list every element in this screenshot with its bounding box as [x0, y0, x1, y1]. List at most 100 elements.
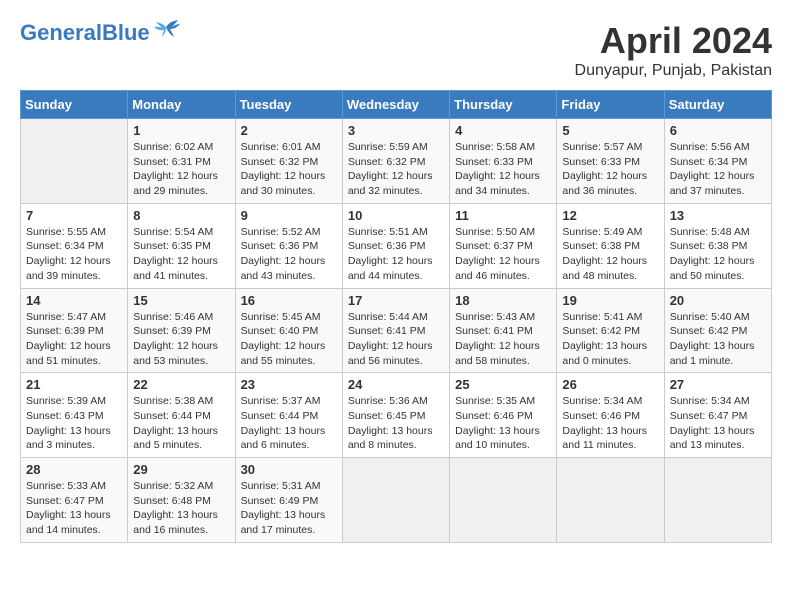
calendar-header: SundayMondayTuesdayWednesdayThursdayFrid… — [21, 91, 772, 119]
day-info: Sunrise: 5:34 AM Sunset: 6:46 PM Dayligh… — [562, 394, 658, 453]
day-info: Sunrise: 5:44 AM Sunset: 6:41 PM Dayligh… — [348, 310, 444, 369]
day-cell: 2 Sunrise: 6:01 AM Sunset: 6:32 PM Daylig… — [235, 119, 342, 204]
day-info: Sunrise: 5:57 AM Sunset: 6:33 PM Dayligh… — [562, 140, 658, 199]
week-row-2: 7 Sunrise: 5:55 AM Sunset: 6:34 PM Daylig… — [21, 203, 772, 288]
day-number: 11 — [455, 208, 551, 223]
day-cell: 9 Sunrise: 5:52 AM Sunset: 6:36 PM Daylig… — [235, 203, 342, 288]
day-cell: 20Sunrise: 5:40 AM Sunset: 6:42 PM Dayli… — [664, 288, 771, 373]
day-number: 3 — [348, 123, 444, 138]
title-block: April 2024 Dunyapur, Punjab, Pakistan — [575, 20, 772, 80]
logo-bird-icon — [152, 19, 180, 39]
day-info: Sunrise: 5:51 AM Sunset: 6:36 PM Dayligh… — [348, 225, 444, 284]
day-number: 14 — [26, 293, 122, 308]
page-header: GeneralBlue April 2024 Dunyapur, Punjab,… — [20, 20, 772, 80]
day-cell: 25 Sunrise: 5:35 AM Sunset: 6:46 PM Dayli… — [450, 373, 557, 458]
day-number: 10 — [348, 208, 444, 223]
day-number: 12 — [562, 208, 658, 223]
day-cell — [450, 458, 557, 543]
day-cell: 18Sunrise: 5:43 AM Sunset: 6:41 PM Dayli… — [450, 288, 557, 373]
day-info: Sunrise: 5:46 AM Sunset: 6:39 PM Dayligh… — [133, 310, 229, 369]
day-number: 20 — [670, 293, 766, 308]
day-cell: 5 Sunrise: 5:57 AM Sunset: 6:33 PM Daylig… — [557, 119, 664, 204]
day-info: Sunrise: 6:02 AM Sunset: 6:31 PM Dayligh… — [133, 140, 229, 199]
day-number: 2 — [241, 123, 337, 138]
day-number: 23 — [241, 377, 337, 392]
day-number: 5 — [562, 123, 658, 138]
day-number: 28 — [26, 462, 122, 477]
day-info: Sunrise: 5:36 AM Sunset: 6:45 PM Dayligh… — [348, 394, 444, 453]
day-cell: 27 Sunrise: 5:34 AM Sunset: 6:47 PM Dayli… — [664, 373, 771, 458]
day-cell: 4Sunrise: 5:58 AM Sunset: 6:33 PM Daylig… — [450, 119, 557, 204]
logo: GeneralBlue — [20, 20, 180, 46]
day-info: Sunrise: 5:58 AM Sunset: 6:33 PM Dayligh… — [455, 140, 551, 199]
day-number: 17 — [348, 293, 444, 308]
column-header-wednesday: Wednesday — [342, 91, 449, 119]
main-title: April 2024 — [575, 20, 772, 62]
day-info: Sunrise: 5:32 AM Sunset: 6:48 PM Dayligh… — [133, 479, 229, 538]
day-cell — [557, 458, 664, 543]
day-cell: 10 Sunrise: 5:51 AM Sunset: 6:36 PM Dayli… — [342, 203, 449, 288]
column-header-sunday: Sunday — [21, 91, 128, 119]
column-header-thursday: Thursday — [450, 91, 557, 119]
day-info: Sunrise: 5:39 AM Sunset: 6:43 PM Dayligh… — [26, 394, 122, 453]
day-number: 19 — [562, 293, 658, 308]
day-cell: 8Sunrise: 5:54 AM Sunset: 6:35 PM Daylig… — [128, 203, 235, 288]
day-cell: 14 Sunrise: 5:47 AM Sunset: 6:39 PM Dayli… — [21, 288, 128, 373]
day-cell: 26 Sunrise: 5:34 AM Sunset: 6:46 PM Dayli… — [557, 373, 664, 458]
day-number: 22 — [133, 377, 229, 392]
day-number: 13 — [670, 208, 766, 223]
day-number: 27 — [670, 377, 766, 392]
week-row-1: 1 Sunrise: 6:02 AM Sunset: 6:31 PM Daylig… — [21, 119, 772, 204]
header-row: SundayMondayTuesdayWednesdayThursdayFrid… — [21, 91, 772, 119]
day-number: 26 — [562, 377, 658, 392]
day-cell: 19 Sunrise: 5:41 AM Sunset: 6:42 PM Dayli… — [557, 288, 664, 373]
day-cell: 12 Sunrise: 5:49 AM Sunset: 6:38 PM Dayli… — [557, 203, 664, 288]
day-cell: 29 Sunrise: 5:32 AM Sunset: 6:48 PM Dayli… — [128, 458, 235, 543]
day-info: Sunrise: 5:37 AM Sunset: 6:44 PM Dayligh… — [241, 394, 337, 453]
calendar-table: SundayMondayTuesdayWednesdayThursdayFrid… — [20, 90, 772, 543]
day-info: Sunrise: 5:49 AM Sunset: 6:38 PM Dayligh… — [562, 225, 658, 284]
day-cell — [664, 458, 771, 543]
day-cell: 15 Sunrise: 5:46 AM Sunset: 6:39 PM Dayli… — [128, 288, 235, 373]
day-number: 16 — [241, 293, 337, 308]
day-info: Sunrise: 5:54 AM Sunset: 6:35 PM Dayligh… — [133, 225, 229, 284]
day-cell: 13Sunrise: 5:48 AM Sunset: 6:38 PM Dayli… — [664, 203, 771, 288]
day-number: 9 — [241, 208, 337, 223]
day-number: 21 — [26, 377, 122, 392]
day-info: Sunrise: 5:50 AM Sunset: 6:37 PM Dayligh… — [455, 225, 551, 284]
calendar-body: 1 Sunrise: 6:02 AM Sunset: 6:31 PM Daylig… — [21, 119, 772, 543]
day-info: Sunrise: 5:55 AM Sunset: 6:34 PM Dayligh… — [26, 225, 122, 284]
day-number: 24 — [348, 377, 444, 392]
day-number: 1 — [133, 123, 229, 138]
day-cell: 28Sunrise: 5:33 AM Sunset: 6:47 PM Dayli… — [21, 458, 128, 543]
day-info: Sunrise: 5:41 AM Sunset: 6:42 PM Dayligh… — [562, 310, 658, 369]
day-info: Sunrise: 5:52 AM Sunset: 6:36 PM Dayligh… — [241, 225, 337, 284]
week-row-3: 14 Sunrise: 5:47 AM Sunset: 6:39 PM Dayli… — [21, 288, 772, 373]
day-cell — [342, 458, 449, 543]
day-number: 15 — [133, 293, 229, 308]
day-info: Sunrise: 5:35 AM Sunset: 6:46 PM Dayligh… — [455, 394, 551, 453]
column-header-friday: Friday — [557, 91, 664, 119]
week-row-5: 28Sunrise: 5:33 AM Sunset: 6:47 PM Dayli… — [21, 458, 772, 543]
day-info: Sunrise: 5:43 AM Sunset: 6:41 PM Dayligh… — [455, 310, 551, 369]
day-info: Sunrise: 5:45 AM Sunset: 6:40 PM Dayligh… — [241, 310, 337, 369]
day-number: 30 — [241, 462, 337, 477]
day-info: Sunrise: 6:01 AM Sunset: 6:32 PM Dayligh… — [241, 140, 337, 199]
day-info: Sunrise: 5:47 AM Sunset: 6:39 PM Dayligh… — [26, 310, 122, 369]
day-cell: 22Sunrise: 5:38 AM Sunset: 6:44 PM Dayli… — [128, 373, 235, 458]
day-cell: 16 Sunrise: 5:45 AM Sunset: 6:40 PM Dayli… — [235, 288, 342, 373]
day-cell: 3 Sunrise: 5:59 AM Sunset: 6:32 PM Daylig… — [342, 119, 449, 204]
day-number: 7 — [26, 208, 122, 223]
day-number: 25 — [455, 377, 551, 392]
day-cell: 1 Sunrise: 6:02 AM Sunset: 6:31 PM Daylig… — [128, 119, 235, 204]
day-info: Sunrise: 5:34 AM Sunset: 6:47 PM Dayligh… — [670, 394, 766, 453]
column-header-tuesday: Tuesday — [235, 91, 342, 119]
column-header-monday: Monday — [128, 91, 235, 119]
day-info: Sunrise: 5:59 AM Sunset: 6:32 PM Dayligh… — [348, 140, 444, 199]
week-row-4: 21 Sunrise: 5:39 AM Sunset: 6:43 PM Dayli… — [21, 373, 772, 458]
day-number: 6 — [670, 123, 766, 138]
day-info: Sunrise: 5:31 AM Sunset: 6:49 PM Dayligh… — [241, 479, 337, 538]
day-number: 29 — [133, 462, 229, 477]
subtitle: Dunyapur, Punjab, Pakistan — [575, 62, 772, 80]
day-cell — [21, 119, 128, 204]
